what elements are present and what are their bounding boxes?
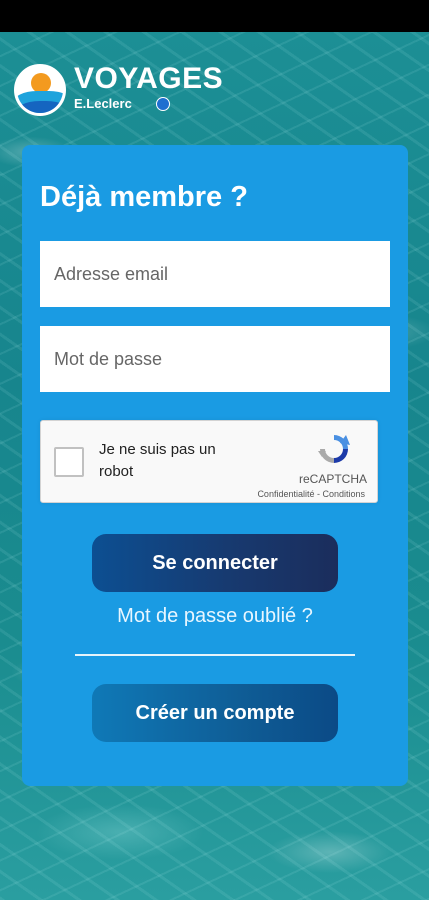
password-field[interactable]	[40, 326, 390, 392]
create-account-button[interactable]: Créer un compte	[92, 684, 338, 742]
recaptcha-checkbox[interactable]	[54, 447, 84, 477]
login-card: Déjà membre ? Je ne suis pas un robot re…	[22, 145, 408, 786]
status-bar	[0, 0, 429, 32]
brand-logo[interactable]: VOYAGES E.Leclerc	[14, 62, 244, 118]
leclerc-badge-icon	[156, 97, 170, 111]
recaptcha-legal-links[interactable]: Confidentialité - Conditions	[257, 489, 365, 499]
recaptcha-widget: Je ne suis pas un robot reCAPTCHA Confid…	[40, 420, 378, 503]
login-button[interactable]: Se connecter	[92, 534, 338, 592]
brand-name: VOYAGES	[74, 62, 224, 95]
page-title: Déjà membre ?	[40, 181, 248, 213]
recaptcha-logo-icon	[318, 435, 350, 463]
forgot-password-link[interactable]: Mot de passe oublié ?	[22, 603, 408, 629]
email-field[interactable]	[40, 241, 390, 307]
voyages-logo-icon	[14, 64, 66, 116]
divider	[75, 654, 355, 656]
recaptcha-label: Je ne suis pas un robot	[99, 441, 216, 480]
brand-sub: E.Leclerc	[74, 96, 132, 111]
recaptcha-brand: reCAPTCHA	[298, 472, 367, 486]
